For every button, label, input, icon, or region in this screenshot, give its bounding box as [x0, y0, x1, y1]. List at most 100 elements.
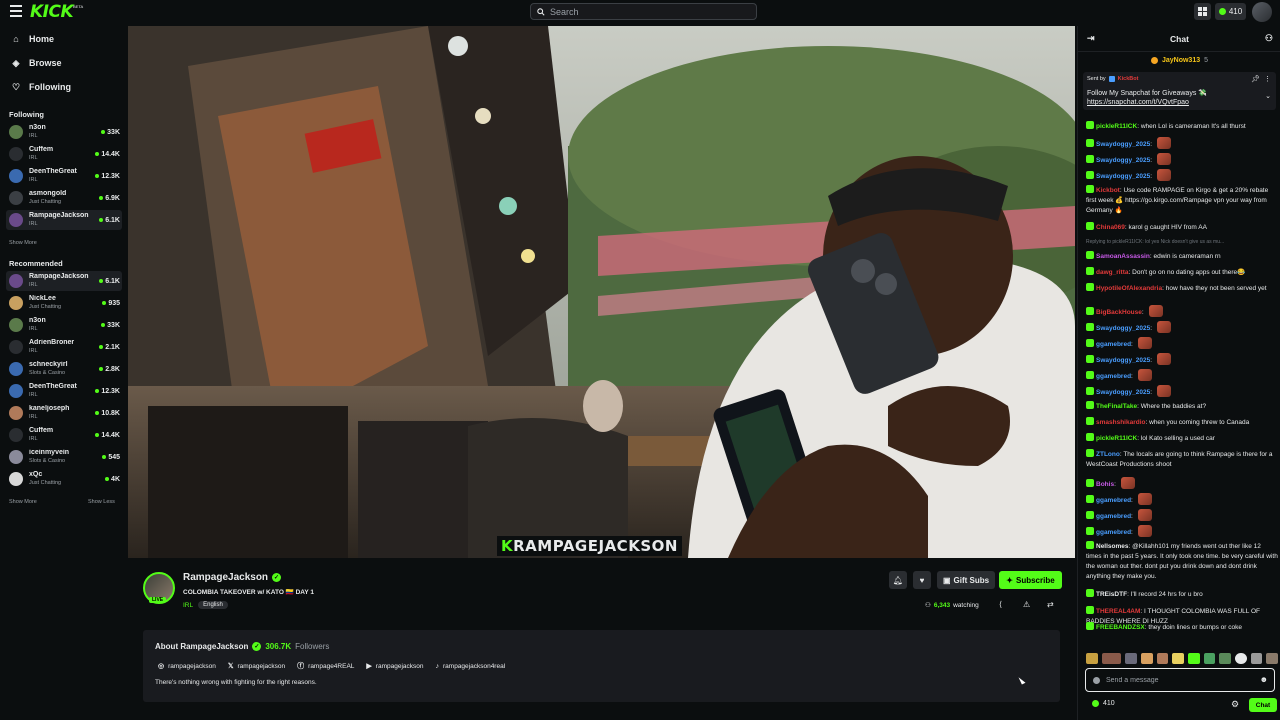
chat-username[interactable]: Kickbot [1096, 187, 1120, 194]
emote[interactable] [1250, 652, 1263, 664]
emote[interactable] [1156, 652, 1169, 664]
emote[interactable] [1086, 652, 1098, 664]
collapse-chat-icon[interactable]: ⇥ [1087, 33, 1095, 44]
sidebar-channel-deenthegreat[interactable]: DeenTheGreat IRL 12.3K [6, 166, 122, 186]
nav-browse[interactable]: ◈ Browse [11, 56, 62, 70]
chat-points[interactable]: 410 [1092, 700, 1115, 707]
subscribe-button[interactable]: ✦ Subscribe [999, 571, 1062, 589]
chat-input[interactable] [1106, 676, 1256, 684]
chevron-down-icon[interactable]: ⌄ [1265, 92, 1271, 100]
chat-username[interactable]: Swaydoggy_2025 [1096, 357, 1150, 364]
grid-view-button[interactable] [1194, 3, 1211, 20]
language-tag[interactable]: English [198, 601, 228, 609]
chat-username[interactable]: dawg_ritta [1096, 269, 1129, 276]
points-count: 410 [1228, 7, 1243, 16]
emote[interactable] [1125, 652, 1137, 664]
social-link-instagram[interactable]: ◎ rampagejackson [158, 661, 216, 671]
pinned-link[interactable]: https://snapchat.com/t/VQvtFpao [1087, 98, 1207, 107]
chat-users-icon[interactable]: ⚇ [1265, 33, 1273, 44]
streamer-name[interactable]: RampageJackson ✓ [183, 572, 282, 583]
sidebar-channel-nicklee[interactable]: NickLee Just Chatting 935 [6, 293, 122, 313]
emote[interactable] [1101, 652, 1122, 664]
chat-username[interactable]: pickleR11ICK [1096, 123, 1137, 130]
emote[interactable] [1219, 652, 1231, 664]
kick-logo[interactable]: KICK [30, 2, 74, 22]
chat-username[interactable]: TheFinalTake [1096, 403, 1137, 410]
sidebar-channel-cuffem[interactable]: Cuffem IRL 14.4K [6, 425, 122, 445]
menu-icon[interactable] [10, 5, 22, 17]
sidebar-channel-rampagejackson[interactable]: RampageJackson IRL 6.1K [6, 210, 122, 230]
sidebar-channel-cuffem[interactable]: Cuffem IRL 14.4K [6, 144, 122, 164]
emote[interactable] [1187, 652, 1200, 664]
chat-username[interactable]: SamoanAssassin [1096, 253, 1150, 260]
chat-username[interactable]: Bohis [1096, 481, 1114, 488]
share-icon[interactable]: ⟨ [999, 600, 1002, 609]
search-bar[interactable] [530, 3, 757, 20]
sidebar-channel-schneckyirl[interactable]: schneckyirl Slots & Casino 2.8K [6, 359, 122, 379]
following-show-more[interactable]: Show More [9, 240, 37, 246]
chat-username[interactable]: ggamebred [1096, 497, 1131, 504]
chat-username[interactable]: ZTLono [1096, 451, 1120, 458]
chat-username[interactable]: Nellsomes [1096, 543, 1129, 550]
video-player[interactable] [128, 26, 1075, 558]
points-button[interactable]: 410 [1215, 3, 1246, 20]
sidebar-channel-deenthegreat[interactable]: DeenTheGreat IRL 12.3K [6, 381, 122, 401]
category-link[interactable]: IRL [183, 602, 193, 609]
chat-username[interactable]: TREisDTF [1096, 591, 1127, 598]
sidebar-channel-iceinmyvein[interactable]: iceinmyvein Slots & Casino 545 [6, 447, 122, 467]
chat-username[interactable]: ggamebred [1096, 529, 1131, 536]
chat-username[interactable]: FREEBANDZSX [1096, 624, 1145, 631]
chat-username[interactable]: smashshikardio [1096, 419, 1146, 426]
recommended-show-more[interactable]: Show More [9, 499, 37, 505]
pin-icon[interactable]: 📌︎ [1251, 75, 1260, 83]
nav-following-label: Following [29, 82, 71, 92]
emote[interactable] [1266, 652, 1279, 664]
nav-following[interactable]: ♡ Following [11, 80, 71, 94]
chat-username[interactable]: THEREAL4AM [1096, 608, 1140, 615]
chat-username[interactable]: ggamebred [1096, 513, 1131, 520]
sidebar-channel-kaneljoseph[interactable]: kaneljoseph IRL 10.8K [6, 403, 122, 423]
sidebar-channel-n3on[interactable]: n3on IRL 33K [6, 315, 122, 335]
gear-icon[interactable]: ⚙ [1231, 699, 1239, 710]
emote[interactable] [1172, 652, 1184, 664]
report-icon[interactable]: ⚠ [1023, 600, 1030, 609]
chat-username[interactable]: HypotileOfAlexandria [1096, 285, 1162, 292]
social-link-x[interactable]: 𝕏rampagejackson [228, 661, 285, 671]
pinned-more-icon[interactable]: ⋮ [1264, 75, 1271, 83]
sidebar-channel-adrienbroner[interactable]: AdrienBroner IRL 2.1K [6, 337, 122, 357]
chat-username[interactable]: ggamebred [1096, 373, 1131, 380]
chat-username[interactable]: Swaydoggy_2025 [1096, 389, 1150, 396]
chat-emote [1156, 321, 1171, 333]
social-link-youtube[interactable]: ▶ rampagejackson [366, 661, 423, 671]
sidebar-channel-rampagejackson[interactable]: RampageJackson IRL 6.1K [6, 271, 122, 291]
sidebar-channel-n3on[interactable]: n3on IRL 33K [6, 122, 122, 142]
chat-username[interactable]: Swaydoggy_2025 [1096, 325, 1150, 332]
social-link-tiktok[interactable]: ♪ rampagejackson4real [436, 661, 506, 671]
sidebar-channel-xqc[interactable]: xQc Just Chatting 4K [6, 469, 122, 489]
chat-input-box[interactable]: ☻ [1085, 668, 1275, 692]
emote[interactable] [1203, 652, 1216, 664]
notifications-button[interactable]: 🔔︎ [889, 571, 907, 589]
emoji-icon[interactable] [1093, 676, 1100, 684]
chat-username[interactable]: pickleR11ICK [1096, 435, 1137, 442]
top-gifter[interactable]: JayNow313 5 [1078, 53, 1280, 67]
chat-username[interactable]: Swaydoggy_2025 [1096, 141, 1150, 148]
chat-send-button[interactable]: Chat [1249, 698, 1277, 712]
smiley-icon[interactable]: ☻ [1260, 675, 1268, 684]
chat-username[interactable]: ggamebred [1096, 341, 1131, 348]
gift-subs-button[interactable]: ▣ Gift Subs [937, 571, 995, 589]
search-input[interactable] [550, 6, 740, 17]
chat-username[interactable]: BigBackHouse [1096, 309, 1142, 316]
emote[interactable] [1234, 652, 1247, 664]
more-options-icon[interactable]: ⇄ [1047, 600, 1054, 609]
chat-username[interactable]: Swaydoggy_2025 [1096, 157, 1150, 164]
sidebar-channel-asmongold[interactable]: asmongold Just Chatting 6.9K [6, 188, 122, 208]
user-avatar[interactable] [1252, 2, 1272, 22]
chat-username[interactable]: China069 [1096, 224, 1125, 231]
follow-button[interactable]: ♥ [913, 571, 931, 589]
chat-username[interactable]: Swaydoggy_2025 [1096, 173, 1150, 180]
social-link-facebook[interactable]: ⓕ rampage4REAL [297, 661, 354, 671]
nav-home[interactable]: ⌂ Home [11, 32, 54, 46]
emote[interactable] [1140, 652, 1153, 664]
recommended-show-less[interactable]: Show Less [88, 499, 115, 505]
